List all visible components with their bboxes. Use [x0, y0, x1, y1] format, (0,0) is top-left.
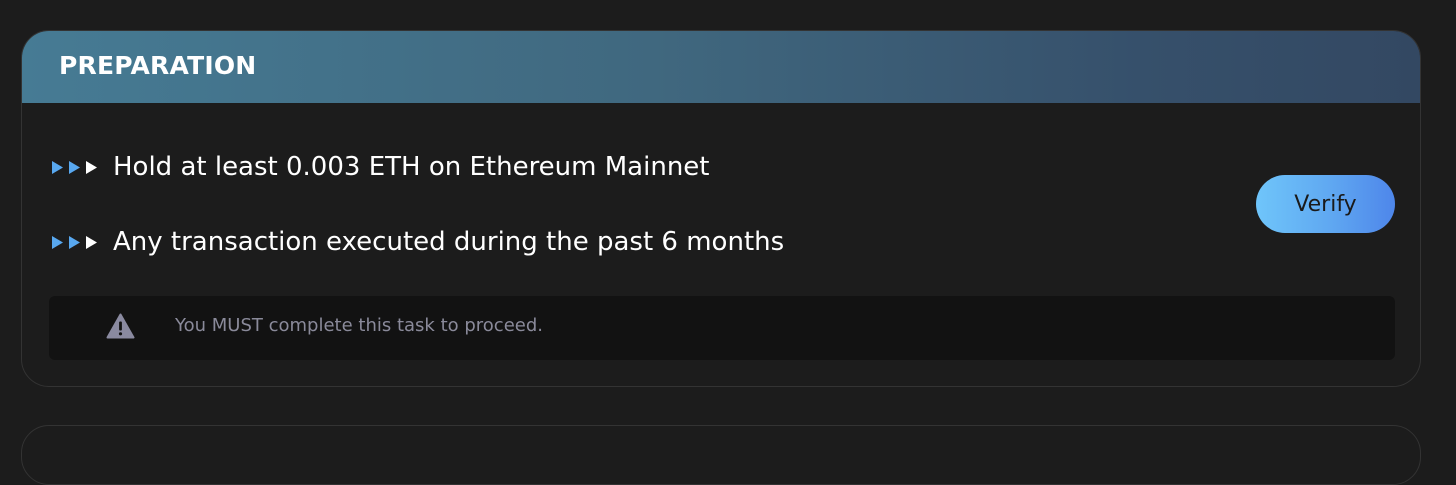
requirement-text: Any transaction executed during the past…: [113, 227, 785, 257]
triple-arrow-icon: [52, 235, 113, 249]
requirement-item: Hold at least 0.003 ETH on Ethereum Main…: [52, 150, 710, 184]
next-card: [21, 425, 1421, 485]
card-title: PREPARATION: [59, 51, 257, 80]
requirement-text: Hold at least 0.003 ETH on Ethereum Main…: [113, 152, 710, 182]
preparation-card: PREPARATION Hold at least 0.003 ETH on E…: [21, 30, 1421, 387]
verify-button[interactable]: Verify: [1256, 175, 1395, 233]
requirement-item: Any transaction executed during the past…: [52, 225, 784, 259]
warning-icon: [106, 313, 135, 339]
triple-arrow-icon: [52, 160, 113, 174]
card-header: PREPARATION: [22, 31, 1420, 103]
notice-banner: You MUST complete this task to proceed.: [49, 296, 1395, 360]
notice-text: You MUST complete this task to proceed.: [175, 315, 543, 336]
